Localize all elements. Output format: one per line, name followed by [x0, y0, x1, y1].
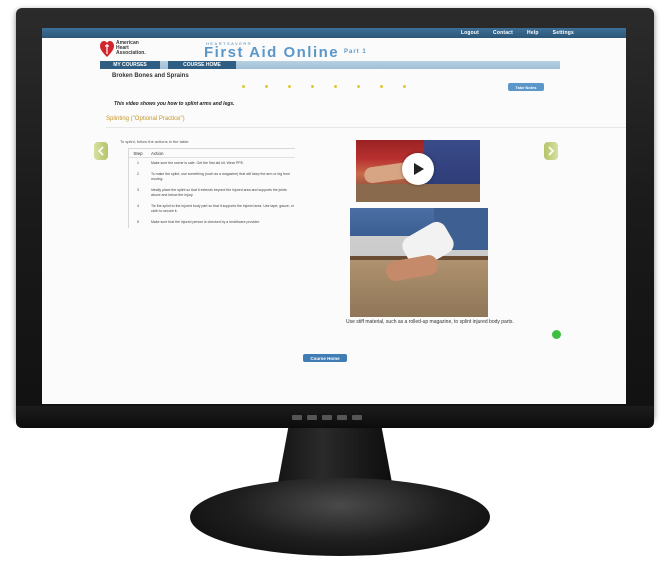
photo-caption: Use stiff material, such as a rolled-up … [346, 319, 514, 325]
table-row: 3 Ideally place the splint so that it ex… [129, 185, 295, 201]
monitor-button [322, 415, 332, 420]
action-column-header: Action [151, 150, 164, 156]
progress-dot[interactable] [334, 85, 337, 88]
steps-table-header: Step Action [129, 149, 295, 158]
step-action: Make sure the scene is safe. Get the fir… [151, 161, 244, 165]
monitor-button [292, 415, 302, 420]
progress-dot[interactable] [242, 85, 245, 88]
splint-photo [350, 208, 488, 317]
progress-dot[interactable] [265, 85, 268, 88]
step-column-header: Step [133, 150, 143, 156]
table-row: 4 Tie the splint to the injured body par… [129, 201, 295, 217]
progress-dot[interactable] [357, 85, 360, 88]
intro-text: This video shows you how to splint arms … [114, 101, 235, 107]
settings-link[interactable]: Settings [553, 30, 574, 36]
video-frame-legs [356, 184, 480, 202]
table-row: 1 Make sure the scene is safe. Get the f… [129, 158, 295, 169]
previous-page-button[interactable] [94, 142, 108, 160]
brand-part: Part 1 [344, 49, 367, 55]
step-action: To make the splint, use something (such … [151, 172, 291, 181]
table-lead: To splint, follow the actions in the tab… [120, 139, 190, 144]
brand-title: First Aid Online [204, 44, 340, 61]
video-player[interactable] [356, 140, 480, 202]
step-action: Ideally place the splint so that it exte… [151, 188, 287, 197]
play-icon [414, 163, 424, 175]
monitor-stand-base [190, 478, 490, 556]
my-courses-tab[interactable]: MY COURSES [100, 61, 160, 69]
step-number: 4 [137, 204, 139, 208]
page-title: Broken Bones and Sprains [112, 73, 189, 79]
top-nav: Logout Contact Help Settings [461, 28, 574, 38]
step-number: 1 [137, 161, 139, 165]
aha-line-3: Association. [116, 50, 146, 56]
divider [106, 127, 626, 128]
chevron-left-icon [97, 146, 104, 156]
progress-dot[interactable] [403, 85, 406, 88]
aha-heart-torch-icon [100, 41, 114, 57]
progress-dot[interactable] [311, 85, 314, 88]
steps-table: Step Action 1 Make sure the scene is saf… [128, 148, 295, 228]
step-action: Make sure that the injured person is che… [151, 220, 260, 224]
logout-link[interactable]: Logout [461, 30, 479, 36]
aha-wordmark: American Heart Association. [116, 41, 146, 56]
step-number: 3 [137, 188, 139, 192]
progress-dot[interactable] [288, 85, 291, 88]
screen: Logout Contact Help Settings American He… [42, 28, 626, 404]
monitor-button [352, 415, 362, 420]
table-row: 2 To make the splint, use something (suc… [129, 169, 295, 185]
progress-dot[interactable] [380, 85, 383, 88]
status-indicator[interactable] [552, 330, 561, 339]
next-page-button[interactable] [544, 142, 558, 160]
monitor-buttons [292, 415, 362, 420]
step-number: 2 [137, 172, 139, 176]
take-notes-button[interactable]: Take Notes [508, 83, 544, 91]
course-home-tab[interactable]: COURSE HOME [168, 61, 236, 69]
play-button[interactable] [402, 153, 434, 185]
step-action: Tie the splint to the injured body part … [151, 204, 294, 213]
contact-link[interactable]: Contact [493, 30, 513, 36]
chevron-right-icon [548, 146, 555, 156]
progress-dots [242, 85, 406, 88]
monitor-button [307, 415, 317, 420]
course-home-button[interactable]: Course Home [303, 354, 347, 362]
section-heading: Splinting ("Optional Practice") [106, 116, 185, 122]
table-row: 5 Make sure that the injured person is c… [129, 217, 295, 228]
help-link[interactable]: Help [527, 30, 539, 36]
step-number: 5 [137, 220, 139, 224]
monitor-button [337, 415, 347, 420]
